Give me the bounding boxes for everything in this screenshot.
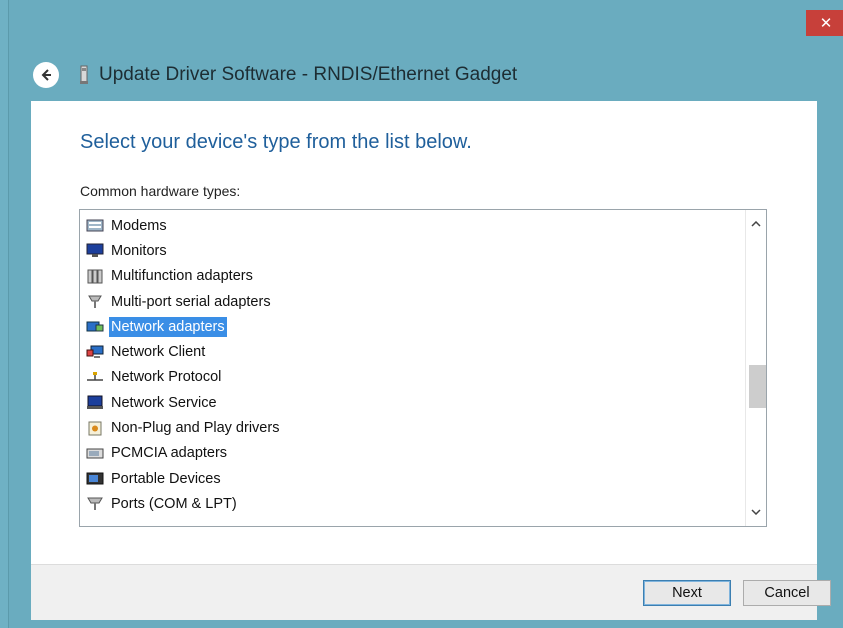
non-pnp-icon	[85, 420, 105, 437]
window-title: Update Driver Software - RNDIS/Ethernet …	[99, 64, 518, 85]
monitor-icon	[85, 242, 105, 259]
vertical-scrollbar[interactable]	[745, 210, 766, 526]
list-item[interactable]: Network Client	[85, 339, 281, 364]
list-item[interactable]: Modems	[85, 213, 281, 238]
list-item-label: Network Protocol	[111, 369, 222, 386]
list-item[interactable]: Monitors	[85, 238, 281, 263]
modem-icon	[85, 217, 105, 234]
network-protocol-icon	[85, 369, 105, 386]
network-service-icon	[85, 394, 105, 411]
list-item[interactable]: PCMCIA adapters	[85, 441, 281, 466]
list-item-label: Monitors	[111, 242, 167, 259]
list-item[interactable]: Multi-port serial adapters	[85, 289, 281, 314]
list-item-label: Portable Devices	[111, 470, 221, 487]
list-item-label: Ports (COM & LPT)	[111, 495, 237, 512]
list-item-label: Non-Plug and Play drivers	[111, 420, 280, 437]
scroll-down-button[interactable]	[746, 502, 766, 522]
scroll-up-button[interactable]	[746, 214, 766, 234]
multifunction-icon	[85, 268, 105, 285]
list-item-label: PCMCIA adapters	[111, 445, 228, 462]
list-item-label: Network Service	[111, 394, 217, 411]
dialog-content: Select your device's type from the list …	[31, 101, 817, 564]
close-button[interactable]: ✕	[806, 10, 843, 36]
list-rows: Modems Monitors Multifunction adapters Mult…	[85, 213, 281, 517]
list-item[interactable]: Non-Plug and Play drivers	[85, 415, 281, 440]
back-button[interactable]	[33, 62, 59, 88]
serial-port-icon	[85, 293, 105, 310]
list-item[interactable]: Multifunction adapters	[85, 264, 281, 289]
cancel-button[interactable]: Cancel	[743, 580, 831, 606]
ports-icon	[85, 495, 105, 512]
page-heading: Select your device's type from the list …	[80, 131, 472, 153]
close-icon: ✕	[819, 15, 833, 32]
back-arrow-icon	[41, 69, 51, 81]
portable-device-icon	[85, 470, 105, 487]
network-adapter-icon	[85, 318, 105, 335]
list-item[interactable]: Network adapters	[85, 314, 281, 339]
dialog-footer: Next Cancel	[31, 564, 831, 620]
title-bar: Update Driver Software - RNDIS/Ethernet …	[23, 60, 803, 90]
list-item[interactable]: Ports (COM & LPT)	[85, 491, 281, 516]
list-item-label: Network adapters	[109, 316, 227, 337]
list-label: Common hardware types:	[80, 183, 241, 199]
network-client-icon	[85, 344, 105, 361]
list-item-label: Modems	[111, 217, 167, 234]
pcmcia-icon	[85, 445, 105, 462]
list-item-label: Multi-port serial adapters	[111, 293, 271, 310]
device-icon	[79, 64, 89, 86]
list-item-label: Network Client	[111, 344, 206, 361]
hardware-types-list[interactable]: Modems Monitors Multifunction adapters Mult…	[79, 209, 767, 527]
list-item[interactable]: Portable Devices	[85, 466, 281, 491]
chevron-down-icon	[751, 509, 761, 515]
list-item-label: Multifunction adapters	[111, 268, 253, 285]
list-item[interactable]: Network Service	[85, 390, 281, 415]
next-button[interactable]: Next	[643, 580, 731, 606]
scroll-thumb[interactable]	[749, 365, 766, 408]
chevron-up-icon	[751, 221, 761, 227]
list-item[interactable]: Network Protocol	[85, 365, 281, 390]
dialog-window: ✕ Update Driver Software - RNDIS/Etherne…	[8, 0, 843, 628]
